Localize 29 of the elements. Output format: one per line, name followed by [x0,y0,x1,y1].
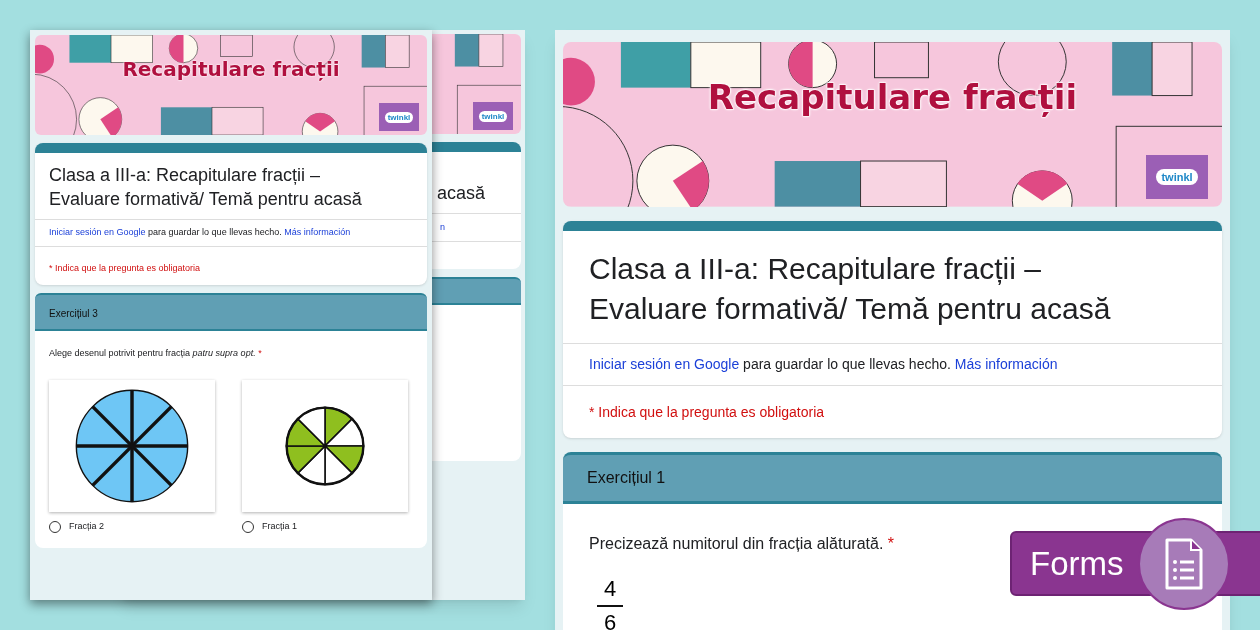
required-note: * Indica que la pregunta es obligatoria [49,262,201,273]
question-text: Precizează numitorul din fracția alăturată. * [589,533,896,554]
document-list-icon [1164,538,1204,590]
section-title: Exercițiul 3 [49,307,98,319]
form-title: Evaluare formativă/ Temă pentru acasă [589,290,1112,327]
banner-title: Recapitulare fracții [122,56,340,84]
question-text: Alege desenul potrivit pentru fracția patru supra opt. * [49,346,263,360]
signin-notice: Iniciar sesión en Google para guardar lo que llevas hecho. Más información [589,354,1059,374]
form-title: Evaluare formativă/ Temă pentru acasă [49,188,363,211]
required-note: * Indica que la pregunta es obligatoria [589,403,825,420]
form-title: Clasa a III-a: Recapitulare fracții – [49,164,322,187]
form-title: Clasa a III-a: Recapitulare fracții – [589,250,1042,287]
logo-text: twinkl [384,111,414,123]
more-info-link[interactable]: Más información [284,227,351,237]
signin-link[interactable]: Iniciar sesión en Google [49,227,146,237]
more-info-link[interactable]: Más información [954,355,1058,372]
badge-label: Forms [1030,543,1124,584]
signin-link[interactable]: Iniciar sesión en Google [589,355,740,372]
radio-option[interactable]: Fracția 1 [242,520,408,534]
banner-title: Recapitulare fracții [707,76,1078,120]
logo-text: twinkl [478,110,508,122]
radio-option[interactable]: Fracția 2 [49,520,215,534]
logo-text: twinkl [1156,168,1198,185]
form-title: acasă [436,182,485,205]
fraction-numerator: 4 [603,575,617,602]
signin-notice: Iniciar sesión en Google para guardar lo que llevas hecho. Más información [49,226,352,239]
more-info-link[interactable]: n [440,220,445,235]
fraction-denominator: 6 [603,609,617,630]
section-title: Exercițiul 1 [587,468,666,486]
